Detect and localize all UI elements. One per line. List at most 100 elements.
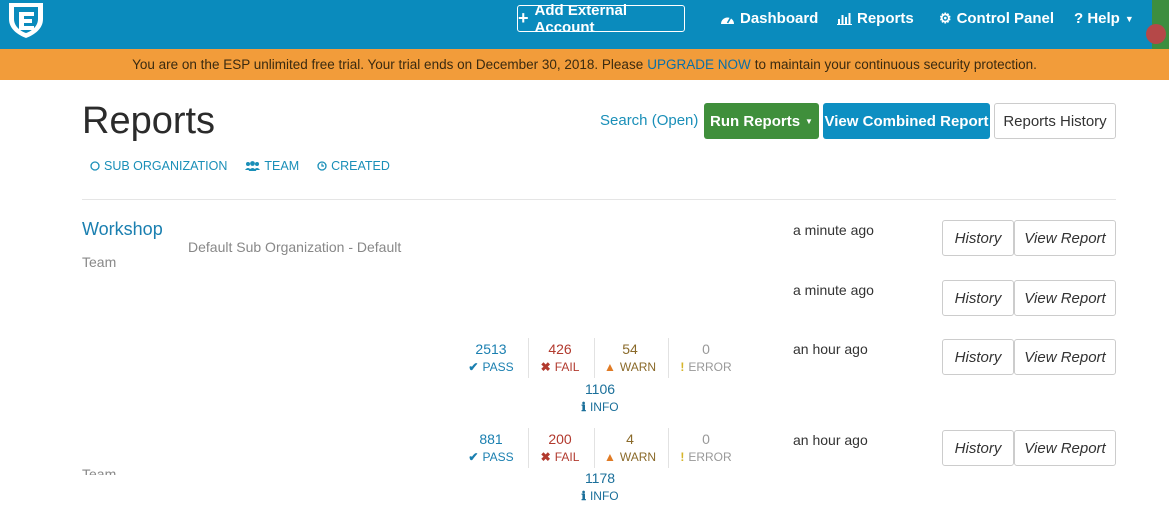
page-title: Reports (82, 100, 216, 142)
warning-triangle-icon: ▲ (603, 360, 616, 374)
check-icon: ✔ (468, 450, 479, 464)
history-button[interactable]: History (942, 280, 1014, 316)
history-button[interactable]: History (942, 220, 1014, 256)
corner-status-badge (1146, 0, 1169, 49)
filter-bar: SUB ORGANIZATION TEAM CREATED (90, 159, 390, 173)
clock-icon (317, 161, 327, 171)
fail-label: FAIL (554, 360, 580, 374)
nav-reports[interactable]: Reports (837, 10, 914, 27)
info-count-stat[interactable]: 1106 ℹ INFO (568, 381, 632, 414)
info-circle-icon: ℹ (581, 489, 586, 503)
error-count: 0 (702, 431, 710, 447)
warning-triangle-icon: ▲ (603, 450, 616, 464)
pass-count-stat[interactable]: 2513 ✔ PASS (459, 341, 523, 374)
report-time: an hour ago (793, 341, 868, 357)
group-name-link[interactable]: Workshop (82, 219, 163, 240)
nav-help-label: ? Help (1074, 10, 1120, 27)
fail-count: 426 (548, 341, 572, 357)
error-count-stat[interactable]: 0 ! ERROR (674, 431, 738, 464)
warn-count: 54 (622, 341, 638, 357)
pass-count: 881 (479, 431, 503, 447)
warn-count-stat[interactable]: 4 ▲ WARN (598, 431, 662, 464)
top-navbar: + Add External Account Dashboard Reports… (0, 0, 1169, 49)
stat-separator (668, 428, 669, 468)
banner-text-before: You are on the ESP unlimited free trial.… (132, 57, 644, 72)
pass-count-stat[interactable]: 881 ✔ PASS (459, 431, 523, 464)
error-label: ERROR (688, 360, 732, 374)
circle-outline-icon (90, 161, 100, 171)
header-divider (82, 199, 1116, 200)
warn-count: 4 (626, 431, 634, 447)
group-type-label: Team (82, 254, 117, 270)
run-reports-dropdown-button[interactable]: Run Reports ▼ (704, 103, 819, 139)
view-report-button[interactable]: View Report (1014, 430, 1116, 466)
info-count: 1106 (584, 381, 616, 397)
caret-down-icon: ▼ (805, 116, 813, 126)
add-external-account-button[interactable]: + Add External Account (517, 2, 685, 36)
nav-control-panel[interactable]: ⚙ Control Panel (939, 10, 1054, 27)
fail-label: FAIL (554, 450, 580, 464)
pass-label: PASS (482, 360, 514, 374)
trial-banner: You are on the ESP unlimited free trial.… (0, 49, 1169, 80)
warn-label: WARN (619, 450, 657, 464)
stat-separator (594, 338, 595, 378)
error-label: ERROR (688, 450, 732, 464)
warn-label: WARN (619, 360, 657, 374)
view-report-button[interactable]: View Report (1014, 220, 1116, 256)
pass-label: PASS (482, 450, 514, 464)
nav-dashboard[interactable]: Dashboard (720, 10, 818, 27)
stat-separator (594, 428, 595, 468)
stat-separator (668, 338, 669, 378)
info-circle-icon: ℹ (581, 400, 586, 414)
gears-icon: ⚙ (939, 10, 952, 26)
filter-team-label: TEAM (264, 159, 300, 173)
check-icon: ✔ (468, 360, 479, 374)
bar-chart-icon (837, 12, 852, 25)
search-toggle-link[interactable]: Search (Open) (600, 112, 698, 129)
upgrade-now-link[interactable]: UPGRADE NOW (647, 57, 751, 72)
info-label: INFO (589, 400, 619, 414)
banner-text-after: to maintain your continuous security pro… (754, 57, 1037, 72)
nav-reports-label: Reports (857, 10, 914, 27)
fail-count-stat[interactable]: 426 ✖ FAIL (528, 341, 592, 374)
reports-history-button[interactable]: Reports History (994, 103, 1116, 139)
view-report-button[interactable]: View Report (1014, 280, 1116, 316)
x-icon: ✖ (540, 360, 551, 374)
view-combined-report-button[interactable]: View Combined Report (823, 103, 990, 139)
info-label: INFO (589, 489, 619, 503)
fail-count-stat[interactable]: 200 ✖ FAIL (528, 431, 592, 464)
nav-control-panel-label: Control Panel (956, 10, 1055, 27)
add-external-account-label: Add External Account (534, 1, 628, 36)
error-count-stat[interactable]: 0 ! ERROR (674, 341, 738, 374)
dashboard-gauge-icon (721, 16, 734, 24)
group-type-label-faded: Team (82, 466, 117, 475)
info-count: 1178 (584, 470, 616, 486)
exclamation-icon: ! (680, 450, 685, 464)
filter-created[interactable]: CREATED (317, 159, 390, 173)
nav-dashboard-label: Dashboard (740, 10, 819, 27)
report-time: a minute ago (793, 222, 874, 238)
view-report-button[interactable]: View Report (1014, 339, 1116, 375)
run-reports-label: Run Reports (710, 112, 801, 130)
shield-logo-icon[interactable] (6, 1, 46, 39)
nav-help-dropdown[interactable]: ? Help ▼ (1074, 10, 1134, 27)
filter-sub-organization[interactable]: SUB ORGANIZATION (90, 159, 227, 173)
x-icon: ✖ (540, 450, 551, 464)
warn-count-stat[interactable]: 54 ▲ WARN (598, 341, 662, 374)
users-icon (245, 161, 261, 171)
history-button[interactable]: History (942, 339, 1014, 375)
status-dot-icon (1146, 24, 1166, 44)
filter-team[interactable]: TEAM (245, 159, 299, 173)
caret-down-icon: ▼ (1124, 13, 1134, 24)
history-button[interactable]: History (942, 430, 1014, 466)
pass-count: 2513 (475, 341, 507, 357)
report-time: a minute ago (793, 282, 874, 298)
info-count-stat[interactable]: 1178 ℹ INFO (568, 470, 632, 503)
filter-sub-organization-label: SUB ORGANIZATION (104, 159, 228, 173)
error-count: 0 (702, 341, 710, 357)
report-time: an hour ago (793, 432, 868, 448)
plus-icon: + (518, 8, 529, 28)
exclamation-icon: ! (680, 360, 685, 374)
sub-organization-label: Default Sub Organization - Default (188, 239, 402, 255)
fail-count: 200 (548, 431, 572, 447)
